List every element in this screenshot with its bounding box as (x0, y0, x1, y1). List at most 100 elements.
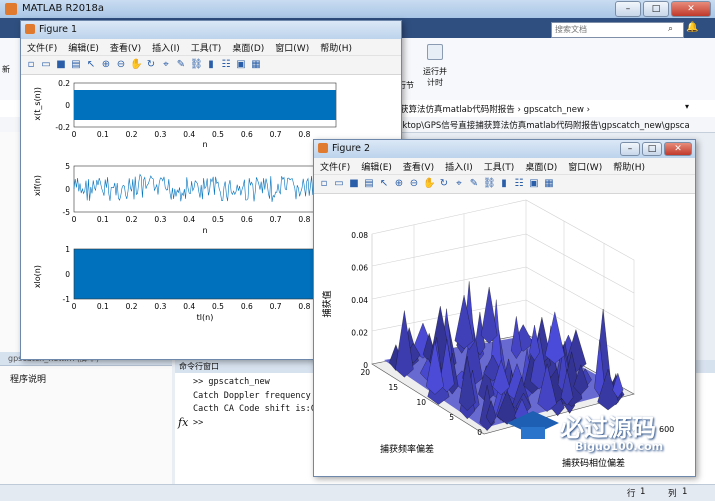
menu-view[interactable]: 查看(V) (110, 41, 141, 54)
menu-desktop[interactable]: 桌面(D) (232, 41, 264, 54)
status-col-label: 列 (668, 489, 677, 499)
x-tick: 0.4 (183, 302, 195, 311)
close-button[interactable]: ✕ (671, 1, 711, 17)
y-tick: 0 (65, 185, 70, 194)
data-cursor-icon[interactable]: ⌖ (453, 178, 465, 190)
x-tick: 0.3 (154, 130, 166, 139)
menu-help[interactable]: 帮助(H) (613, 160, 645, 173)
x-tick: 0.1 (97, 130, 109, 139)
x-tick: 0 (72, 302, 77, 311)
menu-edit[interactable]: 编辑(E) (361, 160, 392, 173)
save-icon[interactable]: ■ (55, 59, 67, 71)
bell-icon[interactable]: 🔔 (686, 22, 698, 33)
x-axis-label: 捕获码相位偏差 (562, 457, 625, 469)
x-tick: 0.8 (298, 302, 310, 311)
cmd-prompt[interactable]: >> (193, 418, 203, 428)
maximize-button[interactable]: □ (642, 142, 662, 156)
pan-icon[interactable]: ✋ (130, 59, 142, 71)
maximize-button[interactable]: □ (643, 1, 669, 17)
zoom-in-icon[interactable]: ⊕ (100, 59, 112, 71)
menu-file[interactable]: 文件(F) (27, 41, 57, 54)
menu-edit[interactable]: 编辑(E) (68, 41, 99, 54)
run-and-time-button[interactable]: 运行并 计时 (423, 66, 447, 88)
y-tick: 1 (65, 245, 70, 254)
menu-help[interactable]: 帮助(H) (320, 41, 352, 54)
y-tick: 5 (449, 413, 454, 422)
rotate-icon[interactable]: ↻ (145, 59, 157, 71)
x-tick: 600 (659, 425, 674, 434)
y-tick: -5 (63, 208, 71, 217)
zoom-out-icon[interactable]: ⊖ (408, 178, 420, 190)
brush-icon[interactable]: ✎ (175, 59, 187, 71)
minimize-button[interactable]: – (620, 142, 640, 156)
main-window-title: MATLAB R2018a (22, 3, 105, 14)
x-tick: 0.5 (212, 302, 224, 311)
open-folder-icon[interactable]: ▭ (333, 178, 345, 190)
figure1-title-bar[interactable]: Figure 1 (21, 21, 401, 39)
link-icon[interactable]: ⛓ (190, 59, 203, 71)
new-file-icon[interactable]: ▫ (25, 59, 37, 71)
run-and-time-icon[interactable] (427, 44, 443, 60)
brush-icon[interactable]: ✎ (468, 178, 480, 190)
main-title-bar: MATLAB R2018a – □ ✕ (0, 0, 715, 18)
new-file-icon[interactable]: ▫ (318, 178, 330, 190)
main-window-controls: – □ ✕ (615, 1, 711, 17)
file-description: 程序说明 (10, 375, 47, 385)
ribbon-left-label: 新 (2, 65, 10, 74)
x-tick: 0.1 (97, 302, 109, 311)
legend-icon[interactable]: ☷ (220, 59, 232, 71)
menu-tools[interactable]: 工具(T) (484, 160, 515, 173)
x-tick: 0.3 (154, 302, 166, 311)
y-axis-label: 捕获频率偏差 (380, 443, 434, 455)
print-icon[interactable]: ▤ (363, 178, 375, 190)
path-text: sktop\GPS信号直接捕获算法仿真matlab代码附报告\gpscatch_… (398, 121, 690, 131)
search-icon[interactable]: ⌕ (668, 24, 673, 34)
rotate-icon[interactable]: ↻ (438, 178, 450, 190)
pan-icon[interactable]: ✋ (423, 178, 435, 190)
menu-insert[interactable]: 插入(I) (445, 160, 473, 173)
menu-view[interactable]: 查看(V) (403, 160, 434, 173)
fx-icon: fx (178, 416, 189, 429)
data-cursor-icon[interactable]: ⌖ (160, 59, 172, 71)
colorbar-icon[interactable]: ▮ (205, 59, 217, 71)
x-tick: 0.4 (183, 215, 195, 224)
subplot2-ylabel: xif(n) (33, 175, 42, 196)
status-row-value: 1 (640, 487, 646, 497)
zoom-in-icon[interactable]: ⊕ (393, 178, 405, 190)
pointer-icon[interactable]: ↖ (85, 59, 97, 71)
x-tick: 0.6 (241, 215, 253, 224)
legend-icon[interactable]: ☷ (513, 178, 525, 190)
pointer-icon[interactable]: ↖ (378, 178, 390, 190)
save-icon[interactable]: ■ (348, 178, 360, 190)
menu-tools[interactable]: 工具(T) (191, 41, 222, 54)
menu-window[interactable]: 窗口(W) (275, 41, 309, 54)
menu-window[interactable]: 窗口(W) (568, 160, 602, 173)
figure2-controls: – □ ✕ (620, 142, 692, 156)
zoom-out-icon[interactable]: ⊖ (115, 59, 127, 71)
show-tools-icon[interactable]: ▦ (543, 178, 555, 190)
matlab-logo-icon (5, 3, 17, 15)
hide-tools-icon[interactable]: ▣ (528, 178, 540, 190)
y-tick: 0 (65, 101, 70, 110)
status-col-value: 1 (682, 487, 688, 497)
menu-desktop[interactable]: 桌面(D) (525, 160, 557, 173)
figure1-title: Figure 1 (39, 24, 78, 35)
search-docs-input[interactable]: 搜索文档 (551, 22, 684, 38)
y-tick: 0 (477, 428, 482, 437)
y-tick: 10 (416, 398, 426, 407)
chevron-down-icon[interactable]: ▾ (685, 102, 689, 111)
x-tick: 0 (72, 215, 77, 224)
x-tick: 0 (72, 130, 77, 139)
open-folder-icon[interactable]: ▭ (40, 59, 52, 71)
colorbar-icon[interactable]: ▮ (498, 178, 510, 190)
menu-file[interactable]: 文件(F) (320, 160, 350, 173)
link-icon[interactable]: ⛓ (483, 178, 496, 190)
menu-insert[interactable]: 插入(I) (152, 41, 180, 54)
print-icon[interactable]: ▤ (70, 59, 82, 71)
hide-tools-icon[interactable]: ▣ (235, 59, 247, 71)
close-button[interactable]: ✕ (664, 142, 692, 156)
figure2-title-bar[interactable]: Figure 2 – □ ✕ (314, 140, 695, 158)
minimize-button[interactable]: – (615, 1, 641, 17)
show-tools-icon[interactable]: ▦ (250, 59, 262, 71)
cmd-line: >> gpscatch_new (193, 377, 270, 387)
